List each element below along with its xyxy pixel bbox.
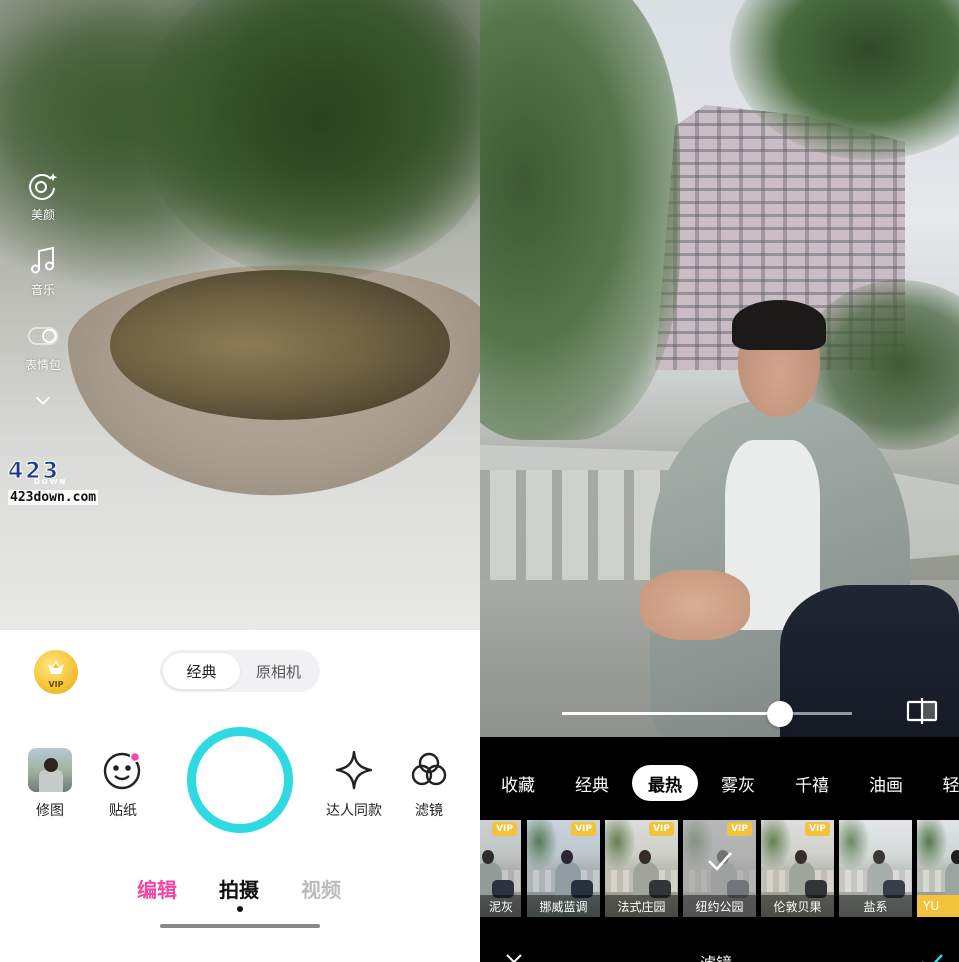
preview-foliage — [140, 0, 480, 280]
filter-label: 泥灰 — [480, 895, 521, 917]
panel-title: 滤镜 — [700, 950, 732, 962]
retouch-label: 修图 — [36, 803, 64, 819]
filter-card[interactable]: 盐系 — [839, 820, 912, 917]
beauty-button[interactable]: 美颜 — [27, 170, 59, 223]
camera-mode-switch: 经典 原相机 — [160, 650, 320, 692]
intensity-slider[interactable] — [562, 701, 852, 727]
filter-card[interactable]: VIP 法式庄园 — [605, 820, 678, 917]
watermark-sub-text: DOWN — [34, 478, 68, 486]
photo-person-hair — [732, 300, 826, 350]
photo-tree-left — [480, 0, 680, 440]
filter-panel: 收藏 经典 最热 雾灰 千禧 油画 轻 VIP 泥灰 VIP 挪威蓝调 VIP … — [480, 737, 959, 962]
sparkle-icon — [335, 750, 373, 790]
preview-moss — [110, 270, 450, 420]
retouch-thumbnail-icon — [28, 748, 72, 792]
vip-tag: VIP — [805, 822, 830, 836]
intensity-slider-knob[interactable] — [766, 701, 793, 727]
filter-label: YU — [917, 895, 959, 917]
filter-label: 盐系 — [839, 895, 912, 917]
filter-circles-icon — [411, 752, 447, 786]
more-tools-button[interactable] — [32, 389, 54, 411]
filter-label: 伦敦贝果 — [761, 895, 834, 917]
music-label: 音乐 — [30, 283, 55, 297]
intensity-slider-fill — [562, 712, 780, 715]
filter-label: 纽约公园 — [683, 895, 756, 917]
smiley-sticker-icon — [103, 751, 141, 790]
sticker-pack-label: 表情包 — [24, 358, 61, 372]
music-note-icon — [31, 246, 54, 274]
vip-tag: VIP — [649, 822, 674, 836]
tab-video[interactable]: 视频 — [301, 874, 341, 903]
category-classic[interactable]: 经典 — [568, 765, 616, 801]
shutter-button[interactable] — [187, 727, 293, 833]
beauty-camera-icon — [29, 173, 58, 200]
camera-preview[interactable]: 美颜 音乐 表情包 423 DOWN 423down.com — [0, 0, 480, 630]
crown-icon — [48, 660, 64, 674]
photo-person-hands — [640, 570, 750, 640]
category-fog-gray[interactable]: 雾灰 — [714, 765, 762, 801]
vip-tag: VIP — [492, 822, 517, 836]
filter-label: 挪威蓝调 — [527, 895, 600, 917]
vip-tag: VIP — [727, 822, 752, 836]
home-indicator[interactable] — [160, 924, 320, 928]
filter-label: 法式庄园 — [605, 895, 678, 917]
sticker-pack-button[interactable]: 表情包 — [25, 320, 61, 373]
watermark-url: 423down.com — [8, 490, 99, 505]
beauty-label: 美颜 — [30, 208, 55, 222]
toggle-icon — [27, 327, 59, 345]
category-hot[interactable]: 最热 — [632, 765, 698, 801]
same-style-label: 达人同款 — [326, 803, 382, 819]
filter-panel-footer: 滤镜 — [480, 942, 959, 962]
retouch-button[interactable]: 修图 — [28, 748, 72, 820]
filter-card[interactable]: YU — [917, 820, 959, 917]
category-oil-painting[interactable]: 油画 — [862, 765, 910, 801]
mode-classic[interactable]: 经典 — [163, 653, 240, 689]
sticker-label: 贴纸 — [109, 803, 137, 819]
mode-original-camera[interactable]: 原相机 — [240, 653, 317, 689]
filter-card-selected[interactable]: VIP 纽约公园 — [683, 820, 756, 917]
filter-button[interactable]: 滤镜 — [407, 748, 451, 820]
watermark-logo: 423 DOWN 423down.com — [8, 460, 110, 505]
music-button[interactable]: 音乐 — [27, 245, 59, 298]
chevron-down-icon — [35, 396, 51, 405]
sticker-button[interactable]: 贴纸 — [101, 748, 145, 820]
category-favorites[interactable]: 收藏 — [494, 765, 542, 801]
compare-icon[interactable] — [906, 696, 938, 726]
tab-edit[interactable]: 编辑 — [137, 874, 177, 903]
filter-category-tabs: 收藏 经典 最热 雾灰 千禧 油画 轻 — [480, 765, 959, 805]
tab-shoot[interactable]: 拍摄 — [219, 874, 259, 903]
vip-text: VIP — [48, 680, 64, 689]
check-icon — [708, 852, 732, 871]
filter-editor-screen: 收藏 经典 最热 雾灰 千禧 油画 轻 VIP 泥灰 VIP 挪威蓝调 VIP … — [480, 0, 959, 962]
edited-photo — [480, 0, 959, 737]
filter-card[interactable]: VIP 伦敦贝果 — [761, 820, 834, 917]
filter-card[interactable]: VIP 泥灰 — [480, 820, 521, 917]
active-tab-indicator — [237, 906, 243, 912]
check-icon[interactable] — [920, 952, 944, 962]
same-style-button[interactable]: 达人同款 — [326, 748, 382, 820]
filter-card[interactable]: VIP 挪威蓝调 — [527, 820, 600, 917]
filter-preset-strip: VIP 泥灰 VIP 挪威蓝调 VIP 法式庄园 VIP 纽约公园 VIP 伦敦… — [480, 820, 959, 917]
camera-screen: 美颜 音乐 表情包 423 DOWN 423down.com VIP 经典 原相… — [0, 0, 480, 962]
category-millennium[interactable]: 千禧 — [788, 765, 836, 801]
vip-button[interactable]: VIP — [34, 650, 78, 694]
camera-bottom-sheet: VIP 经典 原相机 修图 贴纸 达人同款 滤镜 编辑 拍摄 视频 — [0, 630, 480, 962]
side-toolbar: 美颜 音乐 表情包 — [18, 170, 68, 433]
category-light[interactable]: 轻 — [936, 765, 959, 801]
close-icon[interactable] — [504, 952, 524, 962]
filter-label: 滤镜 — [415, 803, 443, 819]
vip-tag: VIP — [571, 822, 596, 836]
